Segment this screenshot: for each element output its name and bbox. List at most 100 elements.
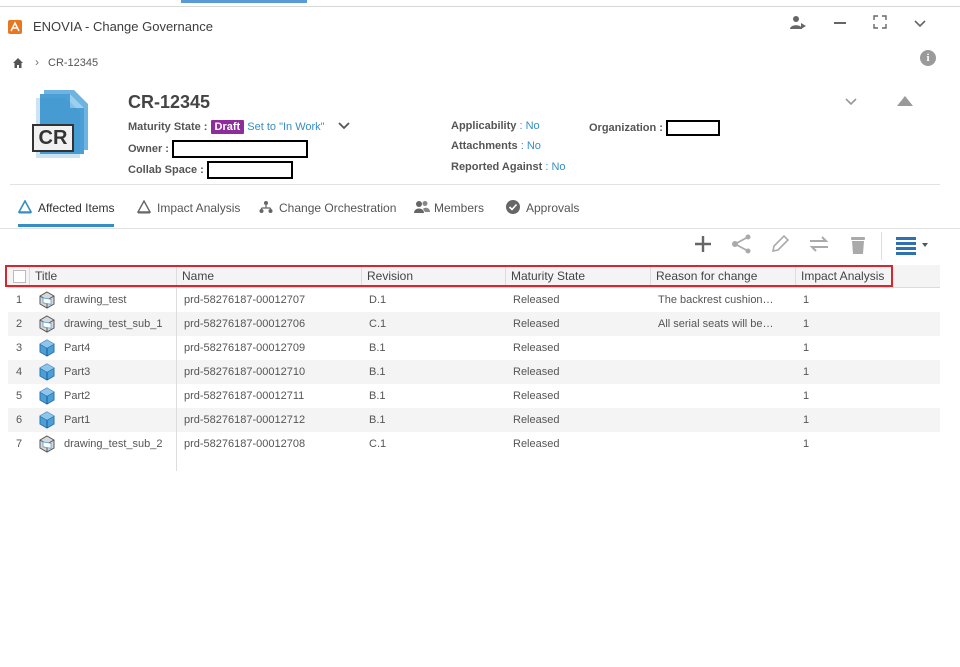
reported-value[interactable]: No — [551, 161, 565, 173]
cell-title[interactable]: drawing_test_sub_2 — [64, 432, 172, 456]
cell-reason: The backrest cushion… — [658, 294, 774, 306]
chevron-down-icon[interactable] — [338, 121, 350, 134]
cell-title[interactable]: Part3 — [64, 360, 172, 384]
cell-maturity-state: Released — [513, 294, 560, 306]
table-row[interactable]: 6 Part1 prd-58276187-00012712 B.1 Released 1 — [8, 408, 940, 432]
top-tab-strip — [0, 0, 960, 7]
maturity-label: Maturity State — [128, 121, 201, 133]
column-header-revision[interactable]: Revision — [362, 265, 506, 287]
column-header-title[interactable]: Title — [30, 265, 177, 287]
toolbar-divider — [881, 232, 882, 260]
maximize-icon[interactable] — [868, 14, 892, 38]
tab-affected-items[interactable]: Affected Items — [17, 199, 115, 227]
redacted-collab — [206, 161, 293, 179]
tab-change-orchestration[interactable]: Change Orchestration — [259, 200, 396, 227]
applicability-value[interactable]: No — [526, 120, 540, 132]
cell-impact-analysis: 1 — [803, 414, 810, 426]
cell-title[interactable]: Part4 — [64, 336, 172, 360]
cell-maturity-state: Released — [513, 366, 560, 378]
tab-label: Affected Items — [38, 201, 115, 215]
view-menu-icon[interactable] — [894, 234, 934, 258]
table-row[interactable]: 7 drawing_test_sub_2 prd-58276187-00012708… — [8, 432, 940, 456]
drawing-icon — [38, 435, 56, 453]
column-header-maturity-state[interactable]: Maturity State — [506, 265, 651, 287]
info-icon[interactable]: i — [920, 50, 936, 66]
tab-bar: Affected Items Impact Analysis Change Or… — [0, 199, 960, 229]
home-icon[interactable] — [12, 56, 24, 68]
cell-reason — [658, 408, 788, 432]
add-icon[interactable] — [691, 234, 715, 258]
affected-items-icon — [17, 199, 33, 214]
share-icon[interactable] — [730, 234, 754, 258]
table-row[interactable]: 3 Part4 prd-58276187-00012709 B.1 Released 1 — [8, 336, 940, 360]
user-share-icon[interactable] — [786, 14, 810, 38]
cell-name: prd-58276187-00012711 — [184, 390, 305, 402]
cell-maturity-state: Released — [513, 414, 560, 426]
drawing-icon — [38, 315, 56, 333]
cell-title[interactable]: drawing_test — [64, 288, 172, 312]
cell-revision: C.1 — [369, 318, 387, 330]
table-row[interactable]: 5 Part2 prd-58276187-00012711 B.1 Released 1 — [8, 384, 940, 408]
change-request-icon: CR — [30, 88, 102, 160]
cell-reason — [658, 432, 788, 456]
cell-revision: B.1 — [369, 414, 386, 426]
tab-members[interactable]: Members — [414, 200, 484, 227]
cell-reason — [658, 384, 788, 408]
column-header-reason[interactable]: Reason for change — [651, 265, 796, 287]
column-header-name[interactable]: Name — [177, 265, 362, 287]
tab-label: Change Orchestration — [279, 201, 397, 215]
cell-title[interactable]: drawing_test_sub_1 — [64, 312, 172, 336]
expand-chevron-icon[interactable] — [844, 94, 858, 112]
cell-impact-analysis: 1 — [803, 366, 810, 378]
tab-impact-analysis[interactable]: Impact Analysis — [136, 199, 240, 227]
row-number: 7 — [15, 438, 23, 450]
active-tab-indicator — [181, 0, 307, 3]
cell-impact-analysis: 1 — [803, 438, 810, 450]
table-body: 1 drawing_test prd-58276187-00012707 D.1 Rel… — [8, 288, 940, 456]
row-number: 1 — [15, 294, 23, 306]
select-all-checkbox[interactable] — [13, 270, 26, 283]
check-circle-icon — [506, 200, 520, 214]
chevron-down-icon[interactable] — [908, 14, 932, 38]
replace-arrows-icon[interactable] — [807, 234, 831, 258]
tab-label: Approvals — [526, 201, 580, 215]
collapse-triangle-icon[interactable] — [896, 94, 914, 112]
cell-revision: B.1 — [369, 390, 386, 402]
owner-field: Owner : — [128, 140, 309, 158]
row-number: 2 — [15, 318, 23, 330]
cell-title[interactable]: Part2 — [64, 384, 172, 408]
column-header-impact-analysis[interactable]: Impact Analysis — [796, 265, 893, 287]
applicability-field: Applicability : No — [451, 120, 540, 132]
table-row[interactable]: 2 drawing_test_sub_1 prd-58276187-00012706… — [8, 312, 940, 336]
table-row[interactable]: 1 drawing_test prd-58276187-00012707 D.1 Rel… — [8, 288, 940, 312]
drawing-icon — [38, 291, 56, 309]
cell-name: prd-58276187-00012709 — [184, 342, 306, 354]
chevron-right-icon: › — [35, 55, 39, 69]
breadcrumb-current[interactable]: CR-12345 — [48, 57, 98, 69]
minimize-icon[interactable] — [828, 14, 852, 38]
part-icon — [38, 363, 56, 381]
promote-link[interactable]: Set to "In Work" — [247, 121, 324, 133]
cell-impact-analysis: 1 — [803, 318, 810, 330]
table-row[interactable]: 4 Part3 prd-58276187-00012710 B.1 Released 1 — [8, 360, 940, 384]
column-divider — [176, 287, 177, 471]
applicability-label: Applicability — [451, 120, 517, 132]
attachments-label: Attachments — [451, 140, 518, 152]
delete-trash-icon[interactable] — [846, 234, 870, 258]
status-badge: Draft — [210, 120, 245, 134]
maturity-field: Maturity State : Draft Set to "In Work" — [128, 120, 350, 134]
edit-pencil-icon[interactable] — [768, 234, 792, 258]
cell-reason: All serial seats will be… — [658, 318, 774, 330]
part-icon — [38, 411, 56, 429]
cell-revision: D.1 — [369, 294, 387, 306]
cell-title[interactable]: Part1 — [64, 408, 172, 432]
affected-items-table: Title Name Revision Maturity State Reaso… — [5, 265, 940, 471]
object-header: CR CR-12345 Maturity State : Draft Set t… — [0, 86, 960, 186]
tab-approvals[interactable]: Approvals — [506, 200, 579, 227]
row-number: 6 — [15, 414, 23, 426]
cell-impact-analysis: 1 — [803, 294, 810, 306]
select-all-cell — [8, 265, 30, 287]
cell-reason — [658, 360, 788, 384]
attachments-value[interactable]: No — [527, 140, 541, 152]
reported-field: Reported Against : No — [451, 161, 566, 173]
